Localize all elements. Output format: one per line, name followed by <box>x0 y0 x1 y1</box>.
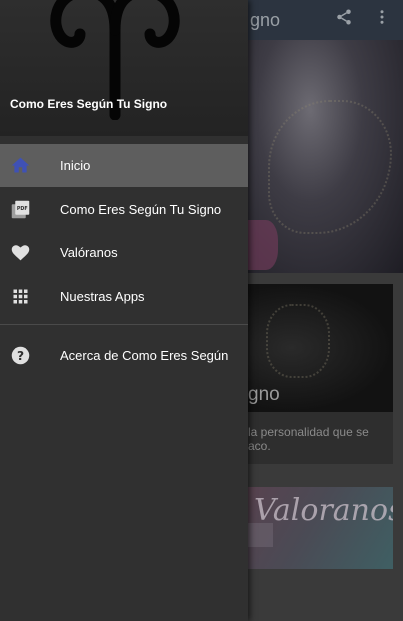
card-description: la personalidad que se aco. <box>248 425 369 453</box>
menu-item-valoranos[interactable]: Valóranos <box>0 231 248 274</box>
overflow-menu-icon[interactable] <box>370 8 394 32</box>
menu-item-label: Nuestras Apps <box>60 289 145 304</box>
menu-item-label: Inicio <box>60 158 91 173</box>
menu-item-como-eres[interactable]: PDF Como Eres Según Tu Signo <box>0 188 248 231</box>
svg-text:PDF: PDF <box>17 206 28 212</box>
app-title: gno <box>250 10 281 30</box>
menu-item-nuestras-apps[interactable]: Nuestras Apps <box>0 275 248 318</box>
banner-text: Valoranos <box>254 493 393 528</box>
card-title: gno <box>248 384 280 405</box>
help-icon: ? <box>11 346 30 365</box>
svg-text:?: ? <box>17 349 24 363</box>
navigation-drawer: Como Eres Según Tu Signo Inicio PDF Como… <box>0 0 248 621</box>
drawer-divider <box>0 324 248 325</box>
menu-item-label: Como Eres Según Tu Signo <box>60 202 222 217</box>
home-icon <box>11 157 30 173</box>
rate-banner[interactable]: Valoranos <box>248 487 393 569</box>
drawer-header: Como Eres Según Tu Signo <box>0 0 248 136</box>
drawer-header-title: Como Eres Según Tu Signo <box>10 97 168 111</box>
sign-card[interactable]: gno la personalidad que se aco. <box>248 284 393 464</box>
menu-item-acerca-de[interactable]: ? Acerca de Como Eres Según <box>0 334 248 377</box>
heart-icon <box>11 245 30 261</box>
share-icon[interactable] <box>332 8 356 32</box>
menu-item-label: Valóranos <box>60 245 118 260</box>
menu-item-label: Acerca de Como Eres Según <box>60 348 229 363</box>
menu-item-inicio[interactable]: Inicio <box>0 144 248 187</box>
apps-grid-icon <box>13 289 28 304</box>
pdf-icon: PDF <box>11 200 30 219</box>
